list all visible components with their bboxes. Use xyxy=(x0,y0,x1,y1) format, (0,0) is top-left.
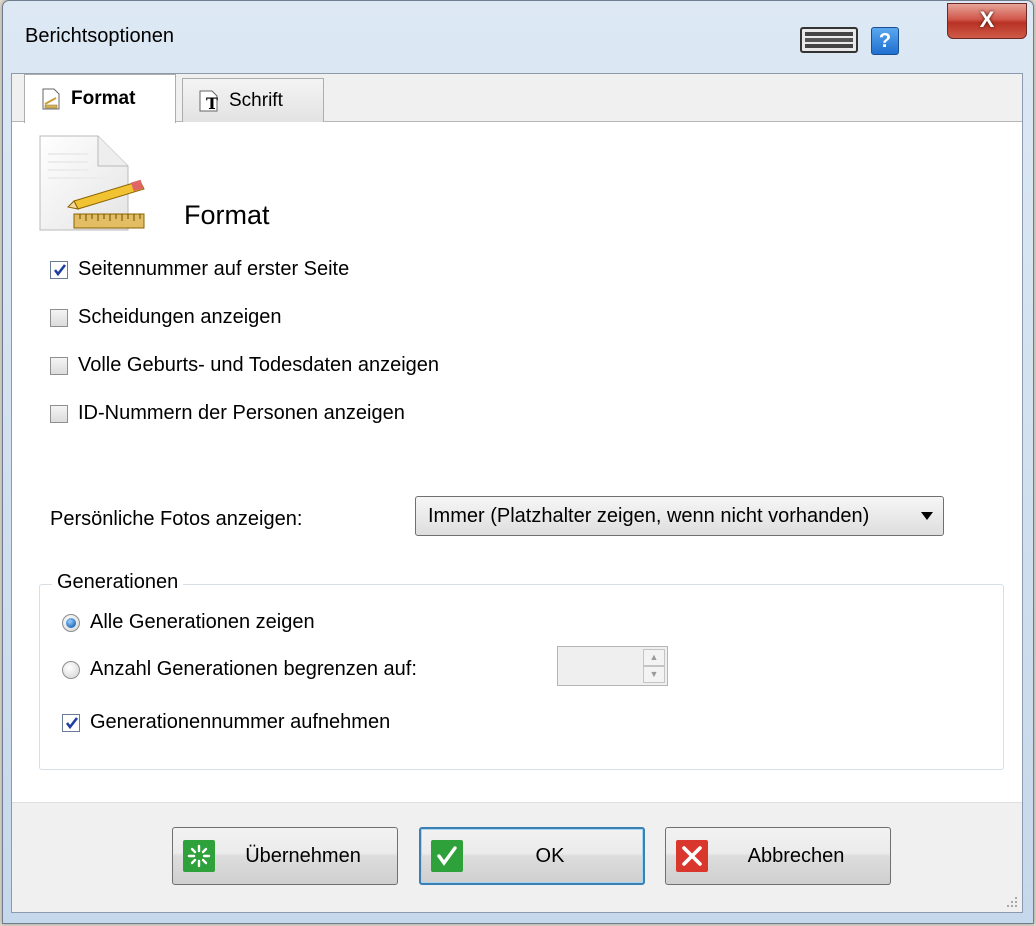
option-label: Volle Geburts- und Todesdaten anzeigen xyxy=(78,354,440,376)
checkmark-icon xyxy=(431,840,463,872)
keyboard-icon[interactable] xyxy=(800,27,858,53)
checkbox-divorces[interactable] xyxy=(50,308,68,327)
tab-strip: Format T Schrift xyxy=(12,74,1022,123)
option-label: Seitennummer auf erster Seite xyxy=(78,258,350,280)
photos-dropdown[interactable]: Immer (Platzhalter zeigen, wenn nicht vo… xyxy=(415,496,944,536)
generations-group-label: Generationen xyxy=(52,571,184,594)
help-icon[interactable]: ? xyxy=(871,27,899,55)
photos-selected-value: Immer (Platzhalter zeigen, wenn nicht vo… xyxy=(428,505,870,527)
svg-text:T: T xyxy=(206,94,218,113)
cancel-button-label: Abbrechen xyxy=(747,844,845,867)
apply-button[interactable]: Übernehmen xyxy=(172,827,398,885)
checkbox-page-number[interactable] xyxy=(50,260,68,279)
format-page-icon xyxy=(42,88,60,110)
radio-label: Alle Generationen zeigen xyxy=(90,611,315,633)
font-icon: T xyxy=(199,90,218,113)
tab-format-label: Format xyxy=(71,88,136,109)
apply-sparkle-icon xyxy=(183,840,215,872)
checkbox-id-numbers[interactable] xyxy=(50,404,68,423)
checkmark-icon xyxy=(53,263,67,276)
checkmark-icon xyxy=(65,716,79,729)
option-label: Scheidungen anzeigen xyxy=(78,306,282,328)
close-button[interactable]: X xyxy=(947,3,1027,39)
ok-button-label: OK xyxy=(535,844,565,867)
option-divorces[interactable]: Scheidungen anzeigen xyxy=(50,306,282,329)
stepper-down-icon[interactable]: ▼ xyxy=(643,666,665,683)
window-title: Berichtsoptionen xyxy=(25,25,174,47)
resize-grip-icon[interactable] xyxy=(1005,895,1019,909)
option-full-dates[interactable]: Volle Geburts- und Todesdaten anzeigen xyxy=(50,354,439,377)
dialog-window: Berichtsoptionen ? X Format T Schrift Fo… xyxy=(2,0,1034,924)
radio-label: Anzahl Generationen begrenzen auf: xyxy=(90,658,417,680)
option-id-numbers[interactable]: ID-Nummern der Personen anzeigen xyxy=(50,402,405,425)
apply-button-label: Übernehmen xyxy=(245,844,361,867)
cancel-button[interactable]: Abbrechen xyxy=(665,827,891,885)
tab-schrift-label: Schrift xyxy=(229,90,283,111)
radio-button-all[interactable] xyxy=(62,613,80,632)
cancel-x-icon xyxy=(676,840,708,872)
option-page-number[interactable]: Seitennummer auf erster Seite xyxy=(50,258,349,281)
dialog-client-area: Format T Schrift Format Seitennummer auf… xyxy=(11,73,1023,913)
photos-label: Persönliche Fotos anzeigen: xyxy=(50,508,303,530)
button-bar: Übernehmen OK Abbrechen xyxy=(12,802,1022,912)
checkbox-full-dates[interactable] xyxy=(50,356,68,375)
radio-button-limit[interactable] xyxy=(62,660,80,679)
checkbox-generation-number[interactable] xyxy=(62,713,80,732)
radio-limit-generations[interactable]: Anzahl Generationen begrenzen auf: xyxy=(62,658,417,681)
stepper-up-icon[interactable]: ▲ xyxy=(643,649,665,666)
ok-button[interactable]: OK xyxy=(419,827,645,885)
tab-format[interactable]: Format xyxy=(24,74,176,123)
format-panel: Format Seitennummer auf erster Seite Sch… xyxy=(12,122,1022,802)
chevron-down-icon xyxy=(921,512,933,520)
option-label: Generationennummer aufnehmen xyxy=(90,711,391,733)
radio-all-generations[interactable]: Alle Generationen zeigen xyxy=(62,611,315,634)
title-bar[interactable]: Berichtsoptionen ? X xyxy=(3,1,1033,73)
option-label: ID-Nummern der Personen anzeigen xyxy=(78,402,405,424)
option-generation-number[interactable]: Generationennummer aufnehmen xyxy=(62,711,390,734)
tab-schrift[interactable]: T Schrift xyxy=(182,78,324,123)
page-title: Format xyxy=(184,200,270,230)
generations-limit-stepper[interactable]: ▲ ▼ xyxy=(557,646,668,686)
page-ruler-pencil-icon xyxy=(39,135,145,231)
